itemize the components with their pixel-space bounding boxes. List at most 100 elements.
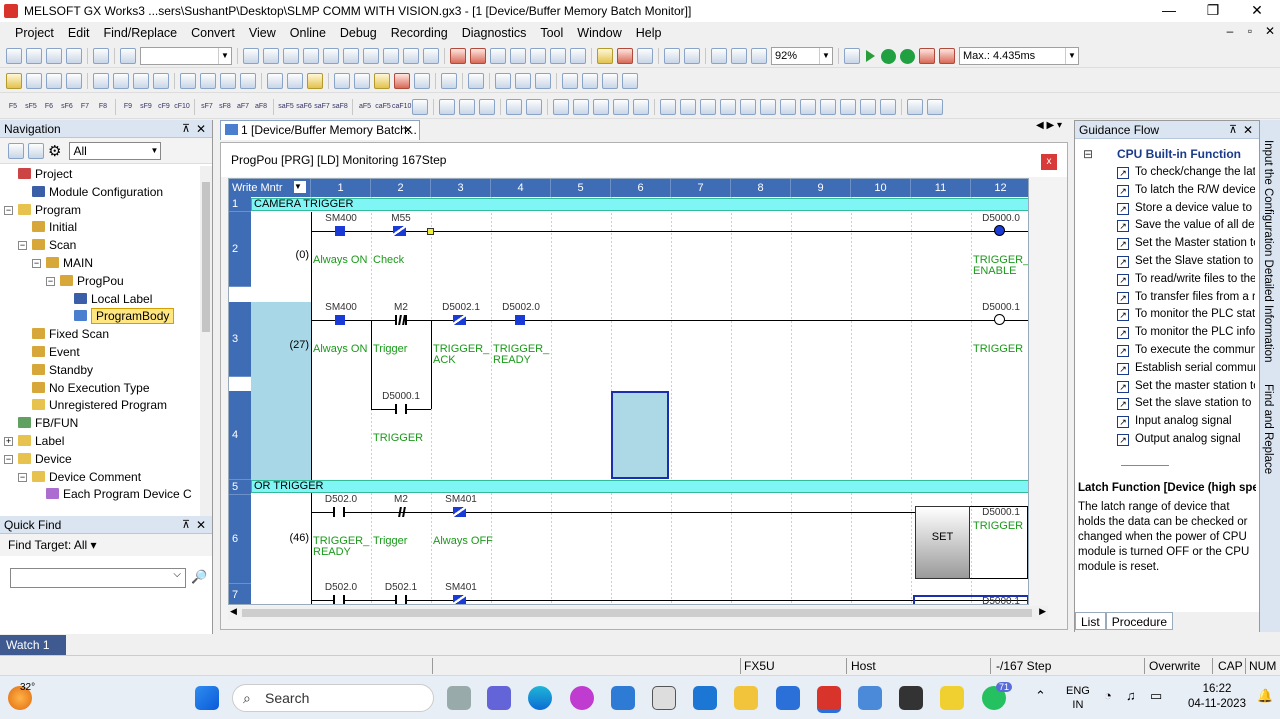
label-icon[interactable] [93, 73, 109, 89]
buffer-memory-icon[interactable] [240, 73, 256, 89]
mdi-close-icon[interactable]: ✕ [1260, 24, 1280, 38]
guidance-item[interactable]: ↗ Set the Slave station to c [1081, 253, 1255, 271]
tab-procedure[interactable]: Procedure [1105, 612, 1174, 630]
menu-project[interactable]: Project [8, 26, 61, 40]
window-grid-icon[interactable] [602, 73, 618, 89]
menu-edit[interactable]: Edit [61, 26, 97, 40]
side-tab-find-replace[interactable]: Find and Replace [1262, 384, 1274, 474]
help-icon[interactable] [120, 48, 136, 64]
program-config-icon[interactable] [307, 73, 323, 89]
menu-tool[interactable]: Tool [533, 26, 570, 40]
new-icon[interactable] [6, 48, 22, 64]
expander-icon[interactable]: − [4, 454, 13, 464]
ladder-tool12-icon[interactable] [680, 98, 696, 115]
contact-no-parallel-tool[interactable]: sF5 [22, 103, 40, 111]
ladder-tool20-icon[interactable] [840, 98, 856, 115]
delete-hline-tool[interactable]: cF9 [155, 103, 173, 111]
close-tab-icon[interactable]: ✕ [403, 121, 413, 139]
project-combo[interactable]: ▼ [140, 47, 232, 65]
scroll-thumb[interactable] [242, 609, 1032, 617]
window-tile-icon[interactable] [562, 73, 578, 89]
tree-item-device[interactable]: − Device [0, 451, 198, 469]
filter-combo[interactable]: All ▼ [69, 141, 162, 160]
menu-find-replace[interactable]: Find/Replace [96, 26, 184, 40]
check-ok-icon[interactable] [881, 48, 896, 64]
contact-nc-tool[interactable]: F6 [40, 103, 58, 111]
window-more-icon[interactable] [622, 73, 638, 89]
ladder-tool3-icon[interactable] [479, 98, 495, 115]
tree-item-label[interactable]: + Label [0, 433, 198, 451]
vivaldi-icon[interactable] [570, 686, 594, 710]
tree-item-device-comment[interactable]: − Device Comment [0, 469, 198, 487]
ladder-tool6-icon[interactable] [553, 98, 569, 115]
falling-pulse-tool[interactable]: sF8 [216, 103, 234, 111]
ladder-tool21-icon[interactable] [860, 98, 876, 115]
collapse-icon[interactable]: ⊟ [1083, 147, 1093, 161]
tree-item-scan[interactable]: − Scan [0, 237, 198, 255]
ladder-tool1-icon[interactable] [439, 98, 455, 115]
monitor-mode-icon[interactable] [414, 73, 430, 89]
navigation-scrollbar[interactable] [200, 166, 212, 516]
guidance-item[interactable]: ↗ To monitor the PLC info [1081, 324, 1255, 342]
operation-falling-tool[interactable]: caF10 [392, 103, 411, 111]
global-label-icon[interactable] [133, 73, 149, 89]
undo-icon[interactable] [303, 48, 319, 64]
ladder-tool18-icon[interactable] [800, 98, 816, 115]
tree-item-local-label[interactable]: Local Label [0, 291, 198, 309]
tree-item-program[interactable]: − Program [0, 202, 198, 220]
ladder-tool17-icon[interactable] [780, 98, 796, 115]
search-panel-icon[interactable] [267, 73, 283, 89]
language-indicator[interactable]: ENG IN [1066, 684, 1090, 712]
rising-pulse-tool[interactable]: sF7 [198, 103, 216, 111]
tree-item-module-configuration[interactable]: Module Configuration [0, 184, 198, 202]
store-icon[interactable] [611, 686, 635, 710]
disabled-tool1-icon[interactable] [334, 73, 350, 89]
app-monitor-icon[interactable] [858, 686, 882, 710]
tree-item-programbody[interactable]: ProgramBody [0, 308, 198, 326]
ladder-tool15-icon[interactable] [740, 98, 756, 115]
chevron-up-icon[interactable]: ⌃ [1035, 688, 1046, 704]
splitter[interactable] [1121, 465, 1169, 466]
start-icon[interactable] [195, 686, 219, 710]
mdi-minimize-icon[interactable]: – [1220, 24, 1240, 38]
guidance-item[interactable]: ↗ Establish serial commur [1081, 360, 1255, 378]
gear-icon[interactable]: ⚙ [48, 142, 61, 160]
function-tool[interactable]: F8 [94, 103, 112, 111]
error-jump-icon[interactable] [919, 48, 935, 64]
cross-ref-icon[interactable] [403, 48, 419, 64]
undo-history-icon[interactable] [93, 48, 109, 64]
ladder-tool13-icon[interactable] [700, 98, 716, 115]
tree-item-standby[interactable]: Standby [0, 362, 198, 380]
guidance-item[interactable]: ↗ To monitor the PLC stat [1081, 306, 1255, 324]
ladder-tool23-icon[interactable] [907, 98, 923, 115]
teams-icon[interactable] [487, 686, 511, 710]
ladder-tool14-icon[interactable] [720, 98, 736, 115]
tree-item-no-execution-type[interactable]: No Execution Type [0, 380, 198, 398]
expander-icon[interactable]: − [32, 258, 41, 268]
wifi-icon[interactable]: ◔ [1104, 688, 1112, 703]
run-icon[interactable] [866, 50, 875, 62]
operation-rising-tool[interactable]: caF5 [374, 103, 392, 111]
menu-convert[interactable]: Convert [184, 26, 242, 40]
invert-tool[interactable]: aF5 [356, 103, 374, 111]
bell-icon[interactable]: 🔔 [1257, 688, 1273, 704]
close-icon[interactable]: ✕ [1243, 121, 1253, 139]
volume-icon[interactable]: ♫ [1126, 688, 1136, 703]
watch-icon[interactable] [570, 48, 586, 64]
device-batch-icon[interactable] [684, 48, 700, 64]
zoom-combo[interactable]: 92% ▼ [771, 47, 833, 65]
unit-config-icon[interactable] [66, 73, 82, 89]
print-icon[interactable] [66, 48, 82, 64]
close-editor-icon[interactable]: x [1041, 154, 1057, 170]
ladder-tool2-icon[interactable] [459, 98, 475, 115]
open-icon[interactable] [26, 48, 42, 64]
zoom-out-icon[interactable] [731, 48, 747, 64]
guidance-item[interactable]: ↗ Save the value of all dev [1081, 217, 1255, 235]
expander-icon[interactable]: − [18, 472, 27, 482]
structure-icon[interactable] [153, 73, 169, 89]
read-plc-icon[interactable] [470, 48, 486, 64]
write-plc-icon[interactable] [450, 48, 466, 64]
tab-device-buffer-monitor[interactable]: 1 [Device/Buffer Memory Batch... ✕ [220, 120, 420, 140]
clear-error-icon[interactable] [939, 48, 955, 64]
ladder-tool10-icon[interactable] [633, 98, 649, 115]
